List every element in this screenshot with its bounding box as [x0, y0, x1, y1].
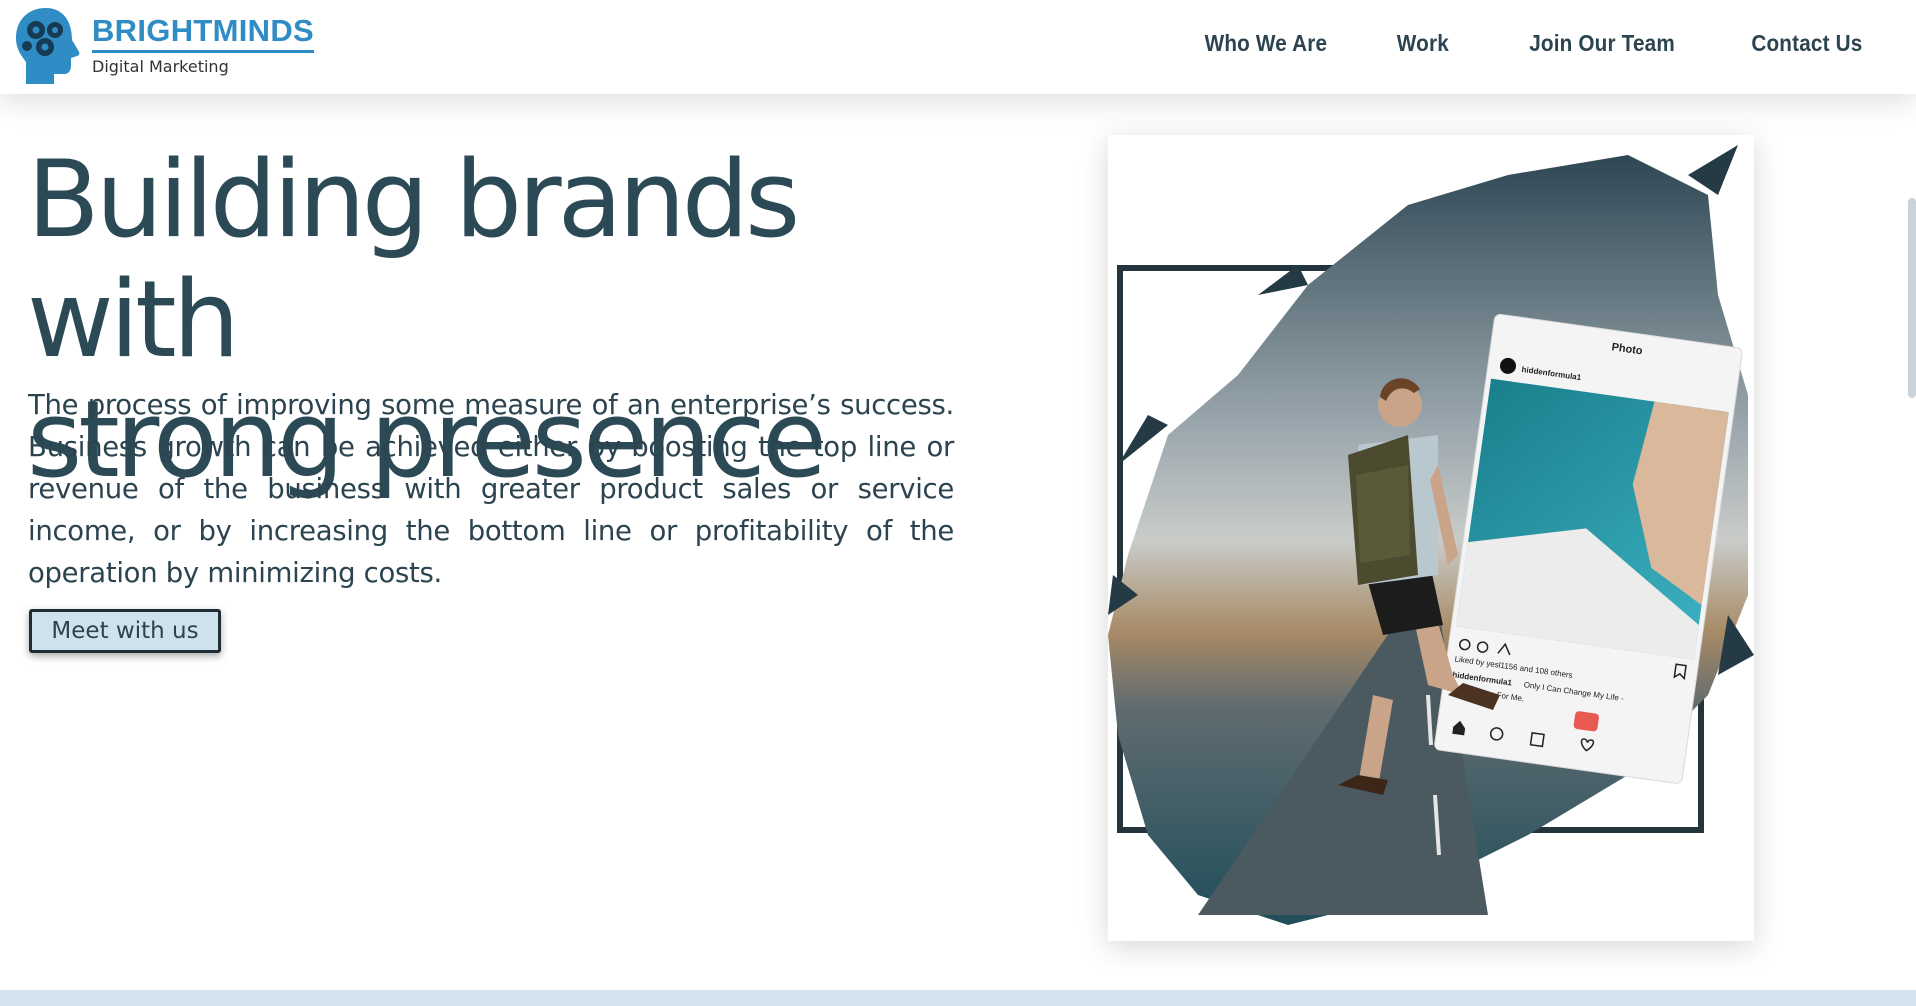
main-nav: Who We Are Work Join Our Team Contact Us: [1127, 30, 1862, 57]
next-section-strip: [0, 990, 1916, 1006]
traveler-illustration: Photo hiddenformula1 Liked by yesl1156 a…: [1108, 145, 1754, 925]
nav-contact-us[interactable]: Contact Us: [1751, 30, 1862, 57]
nav-work[interactable]: Work: [1397, 30, 1449, 57]
hero-image-card: Photo hiddenformula1 Liked by yesl1156 a…: [1108, 135, 1754, 941]
page-scrollbar[interactable]: [1908, 198, 1916, 398]
nav-join-our-team[interactable]: Join Our Team: [1529, 30, 1675, 57]
brand-name: BRIGHTMINDS: [92, 14, 315, 53]
site-header: BRIGHTMINDS Digital Marketing Who We Are…: [0, 0, 1916, 94]
hero-description: The process of improving some measure of…: [28, 389, 954, 589]
meet-with-us-button[interactable]: Meet with us: [29, 609, 221, 653]
nav-who-we-are[interactable]: Who We Are: [1204, 30, 1327, 57]
brand-logo[interactable]: BRIGHTMINDS Digital Marketing: [14, 6, 315, 86]
brain-gears-icon: [16, 8, 80, 84]
hero-title-line-1: Building brands with: [27, 138, 800, 381]
brand-tagline: Digital Marketing: [92, 57, 229, 76]
notification-badge: [1573, 711, 1599, 732]
